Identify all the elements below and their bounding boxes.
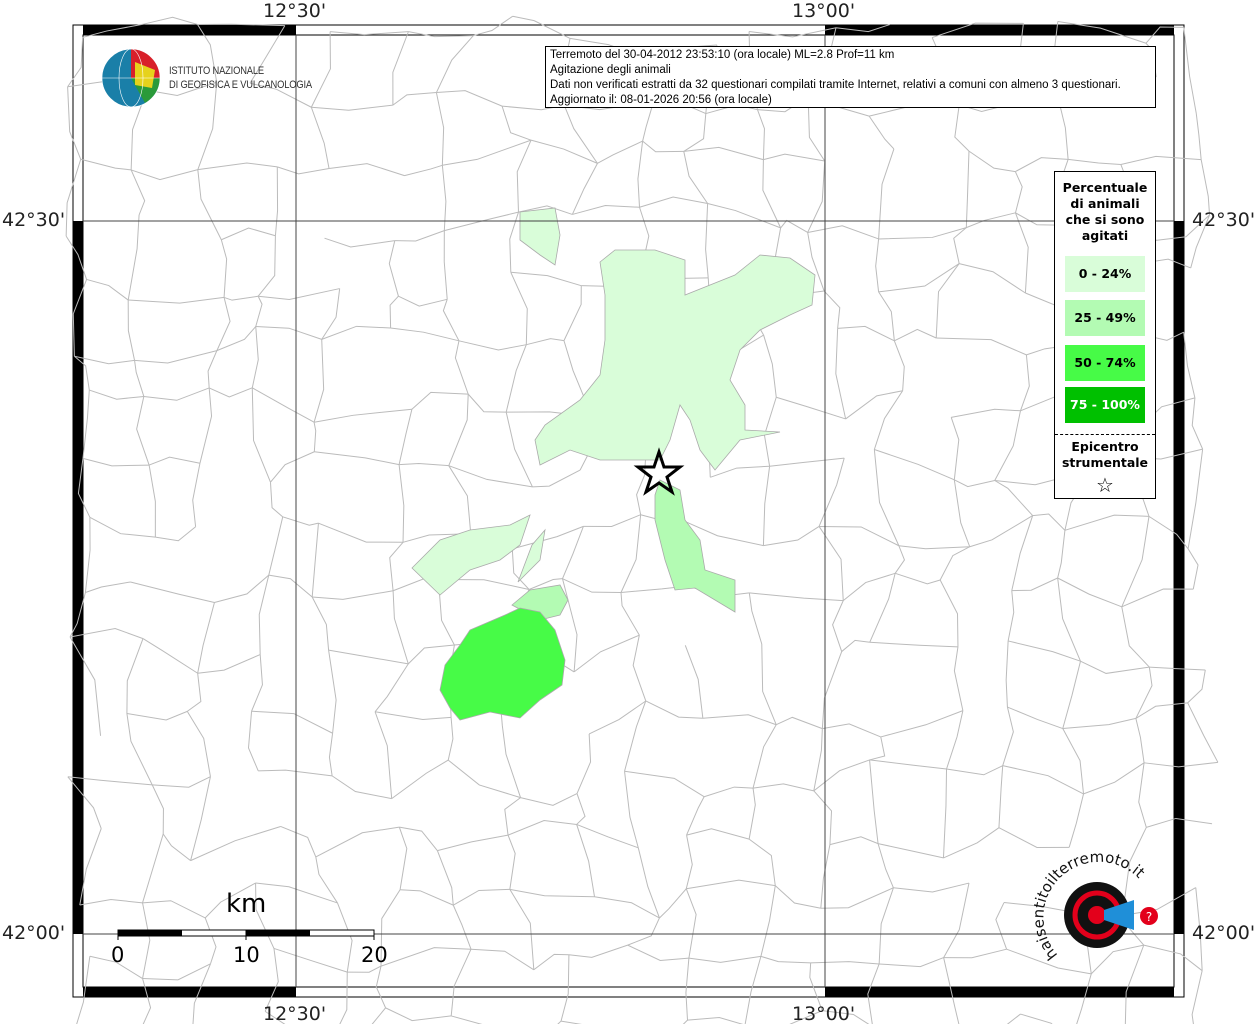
svg-text:?: ? (1146, 910, 1152, 924)
legend-star-icon: ☆ (1096, 473, 1114, 497)
boundary-line (1195, 112, 1202, 160)
boundary-line (682, 1019, 688, 1024)
boundary-line (1006, 1013, 1021, 1024)
boundary-line (1187, 548, 1199, 590)
scale-label-20: 20 (361, 943, 388, 967)
lon-label-bottom-right: 13°00' (792, 1003, 856, 1025)
legend-item-75-100: 75 - 100% (1065, 387, 1145, 423)
ingv-line1: ISTITUTO NAZIONALE (169, 65, 264, 77)
info-line-source: Dati non verificati estratti da 32 quest… (550, 79, 1121, 91)
scale-label-0: 0 (111, 943, 125, 967)
boundary-line (1020, 1013, 1053, 1024)
legend-item-50-74: 50 - 74% (1065, 345, 1145, 381)
legend-epicenter-label: Epicentro strumentale (1061, 439, 1149, 470)
info-line-topic: Agitazione degli animali (550, 64, 671, 76)
legend-item-25-49: 25 - 49% (1065, 300, 1145, 336)
boundary-line (142, 16, 198, 25)
boundary-line (451, 1015, 483, 1024)
boundary-line (371, 1007, 386, 1024)
lon-label-bottom-left: 12°30' (263, 1003, 327, 1025)
info-line-updated: Aggiornato il: 08-01-2026 20:56 (ora loc… (550, 94, 772, 106)
lat-label-left-top: 42°30' (2, 209, 66, 231)
lon-label-top-left: 12°30' (263, 0, 327, 22)
boundary-line (1187, 669, 1206, 704)
lat-label-right-top: 42°30' (1192, 209, 1256, 231)
boundary-line (385, 1007, 452, 1022)
lat-label-right-bottom: 42°00' (1192, 922, 1256, 944)
boundary-line (1183, 332, 1196, 398)
boundary-line (1183, 27, 1197, 114)
legend-separator (1055, 434, 1155, 435)
boundary-line (1187, 702, 1219, 763)
ingv-logo-globe (101, 48, 161, 108)
boundary-line (1187, 449, 1204, 549)
boundary-line (687, 1016, 744, 1024)
scale-unit: km (226, 889, 267, 919)
lat-label-left-bottom: 42°00' (2, 922, 66, 944)
ingv-line2: DI GEOFISICA E VULCANOLOGIA (169, 79, 312, 91)
scale-label-10: 10 (233, 943, 260, 967)
boundary-line (1191, 397, 1204, 450)
event-info-box: Terremoto del 30-04-2012 23:53:10 (ora l… (545, 46, 1156, 108)
legend-item-0-24: 0 - 24% (1065, 256, 1145, 292)
lon-label-top-right: 13°00' (792, 0, 856, 22)
info-line-event: Terremoto del 30-04-2012 23:53:10 (ora l… (550, 49, 895, 61)
ingv-logo-text: ISTITUTO NAZIONALE DI GEOFISICA E VULCAN… (169, 64, 312, 92)
boundary-line (1191, 970, 1203, 1024)
intensity-map: ? haisentitoilterremoto.it (65, 15, 1219, 1024)
legend: Percentuale di animali che si sono agita… (1054, 171, 1156, 499)
legend-title: Percentuale di animali che si sono agita… (1062, 180, 1148, 243)
boundary-line (1200, 159, 1211, 216)
